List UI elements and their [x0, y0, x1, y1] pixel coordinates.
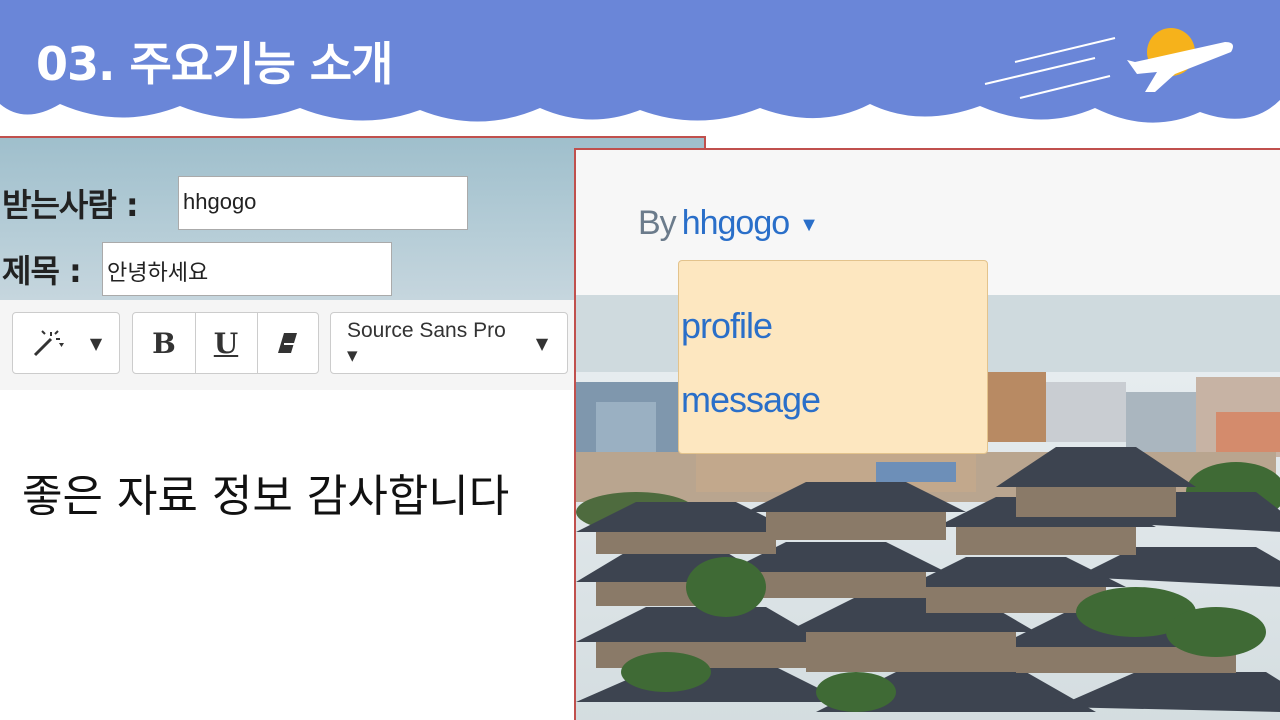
style-dropdown-button[interactable]: ▼: [12, 312, 120, 374]
user-page-panel: By hhgogo ▼ profile message: [574, 148, 1280, 720]
user-dropdown-menu: profile message: [678, 260, 988, 454]
eraser-icon: [278, 333, 297, 353]
header-banner: 03. 주요기능 소개: [0, 0, 1280, 135]
slide-title: 03. 주요기능 소개: [36, 37, 393, 91]
clear-format-button[interactable]: [257, 313, 319, 373]
menu-item-message[interactable]: message: [681, 379, 821, 421]
username-link[interactable]: hhgogo: [682, 204, 790, 242]
font-family-select[interactable]: Source Sans Pro ▾ ▼: [330, 312, 568, 374]
bold-button[interactable]: B: [133, 313, 195, 373]
airplane-icon: [984, 28, 1233, 99]
magic-wand-icon: [23, 313, 73, 373]
author-line: By hhgogo ▼: [638, 204, 819, 243]
menu-item-profile[interactable]: profile: [681, 305, 773, 347]
font-select-value: Source Sans Pro ▾: [347, 318, 506, 367]
subject-input[interactable]: 안녕하세요: [102, 242, 392, 296]
message-body-text: 좋은 자료 정보 감사합니다: [22, 471, 510, 522]
chevron-down-icon[interactable]: ▼: [799, 214, 819, 236]
recipient-label: 받는사람 :: [2, 186, 139, 224]
underline-button[interactable]: U: [195, 313, 257, 373]
format-button-group: B U: [132, 312, 319, 374]
by-label: By: [638, 204, 677, 242]
subject-label: 제목 :: [2, 252, 82, 290]
recipient-input[interactable]: hhgogo: [178, 176, 468, 230]
chevron-down-icon: ▼: [535, 333, 549, 353]
chevron-down-icon: ▼: [89, 333, 103, 353]
